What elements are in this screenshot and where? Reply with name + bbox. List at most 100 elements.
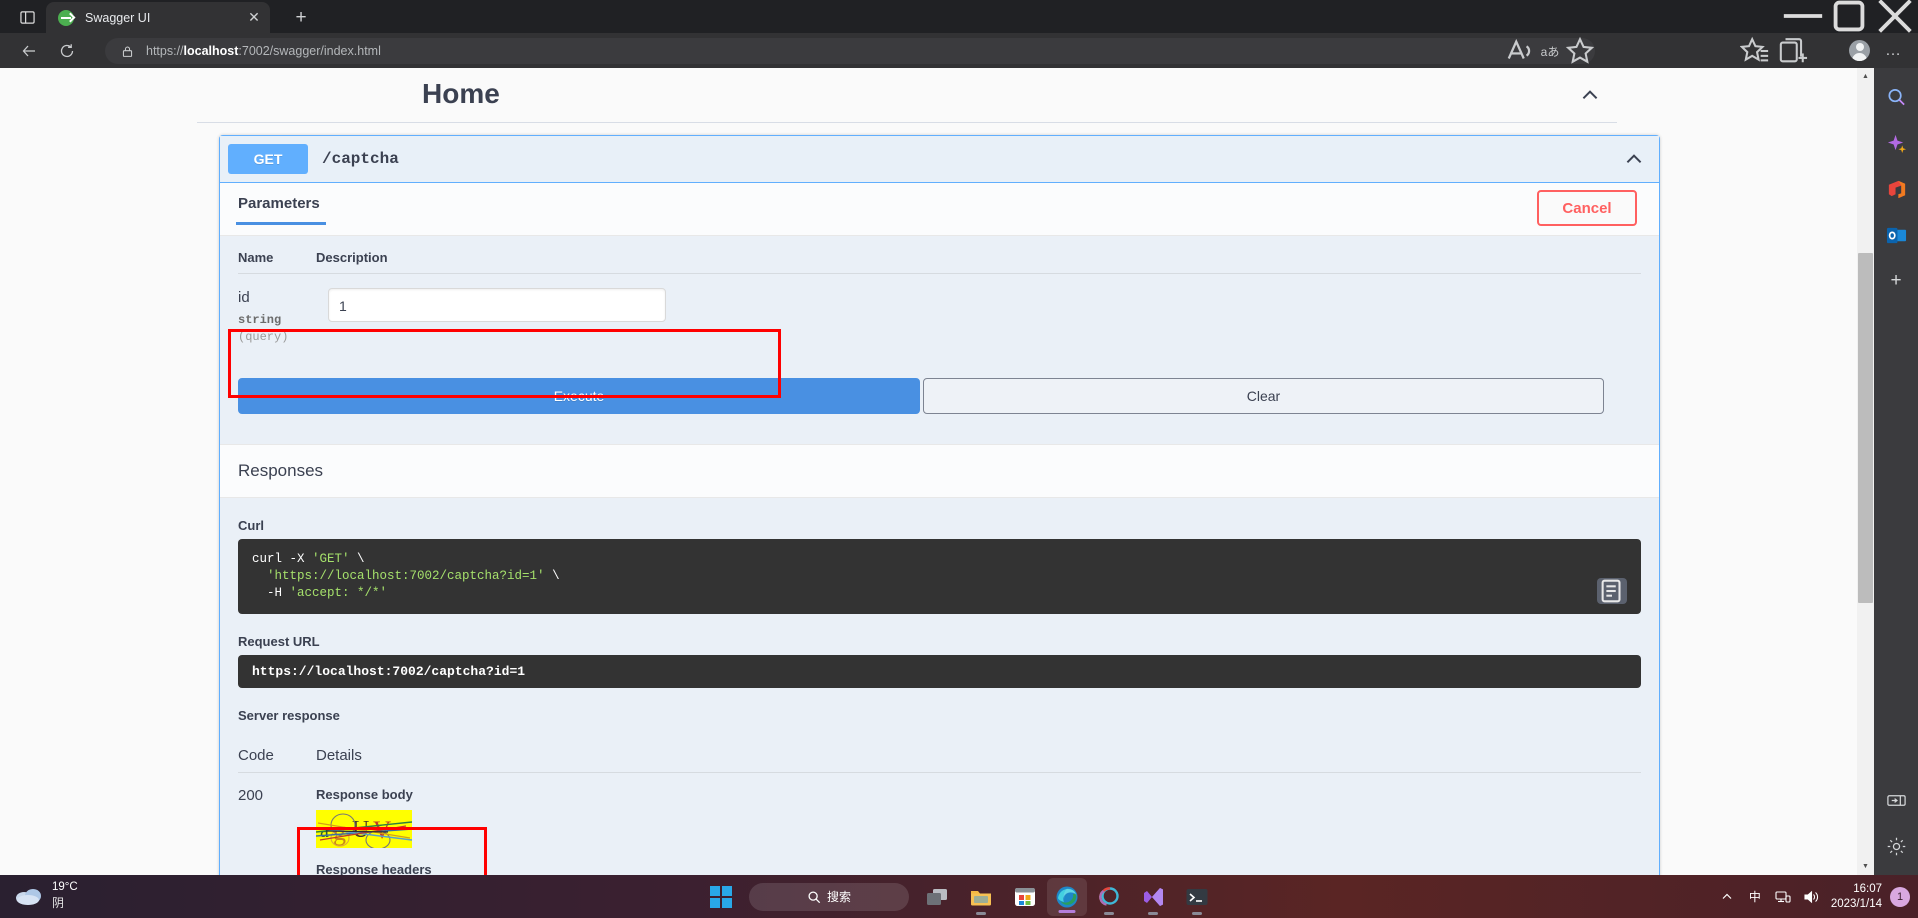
swagger-favicon bbox=[58, 9, 74, 26]
curl-code-block[interactable]: curl -X 'GET' \ 'https://localhost:7002/… bbox=[238, 539, 1641, 614]
task-view-button[interactable] bbox=[915, 875, 959, 918]
taskbar-apps: 搜索 bbox=[699, 875, 1219, 918]
tab-close-icon[interactable]: ✕ bbox=[242, 6, 266, 30]
weather-temperature: 19°C bbox=[52, 881, 78, 893]
new-tab-button[interactable]: + bbox=[288, 5, 314, 31]
running-indicator bbox=[976, 912, 986, 915]
start-button[interactable] bbox=[699, 875, 743, 918]
file-explorer-button[interactable] bbox=[959, 875, 1003, 918]
weather-text: 19°C 阴 bbox=[52, 879, 78, 911]
browser-settings-button[interactable]: … bbox=[1878, 37, 1908, 65]
translate-icon[interactable]: aあ bbox=[1535, 38, 1565, 64]
curl-line1-cmd: curl -X bbox=[252, 552, 313, 566]
collections-button[interactable] bbox=[1778, 37, 1808, 65]
search-icon bbox=[808, 890, 821, 903]
microsoft-store-button[interactable] bbox=[1003, 875, 1047, 918]
volume-icon[interactable] bbox=[1797, 875, 1825, 918]
weather-widget[interactable]: 19°C 阴 bbox=[14, 879, 78, 911]
chevron-up-icon[interactable] bbox=[1579, 84, 1601, 106]
add-icon[interactable]: + bbox=[1874, 258, 1918, 304]
curl-line1-tail: \ bbox=[349, 552, 365, 566]
action-buttons: Execute Clear bbox=[238, 378, 1641, 440]
browser-titlebar: Swagger UI ✕ + bbox=[0, 0, 1918, 33]
office-icon[interactable] bbox=[1874, 166, 1918, 212]
page-scrollbar[interactable]: ▲ ▼ bbox=[1857, 68, 1874, 875]
ime-indicator[interactable]: 中 bbox=[1741, 875, 1769, 918]
curl-line3-value: 'accept: */*' bbox=[289, 586, 388, 600]
add-favorite-icon[interactable] bbox=[1565, 36, 1595, 64]
server-response-label: Server response bbox=[238, 708, 340, 723]
terminal-button[interactable] bbox=[1175, 875, 1219, 918]
column-header-name: Name bbox=[238, 250, 274, 265]
chevron-up-icon[interactable] bbox=[1623, 148, 1645, 170]
window-close-button[interactable] bbox=[1872, 0, 1918, 33]
network-icon[interactable] bbox=[1769, 875, 1797, 918]
search-box[interactable]: 搜索 bbox=[749, 882, 909, 911]
read-aloud-icon[interactable] bbox=[1505, 38, 1535, 64]
edge-sidebar: + bbox=[1874, 68, 1918, 875]
scrollbar-up-arrow[interactable]: ▲ bbox=[1857, 68, 1874, 85]
response-status-code: 200 bbox=[238, 787, 264, 804]
running-indicator bbox=[1192, 912, 1202, 915]
reload-button[interactable] bbox=[52, 37, 82, 65]
address-bar[interactable]: https://localhost:7002/swagger/index.htm… bbox=[105, 36, 1595, 64]
sidebar-toggle-icon[interactable] bbox=[1874, 777, 1918, 823]
parameter-row-id: id string (query) 1 bbox=[238, 273, 1641, 354]
curl-line2-url: 'https://localhost:7002/captcha?id=1' bbox=[252, 569, 545, 583]
copy-to-clipboard-icon[interactable] bbox=[1597, 578, 1627, 604]
browser-tab[interactable]: Swagger UI ✕ bbox=[46, 2, 270, 33]
omnibox-icons: aあ bbox=[1505, 36, 1595, 64]
response-details: Response body a g U V bbox=[316, 787, 432, 875]
response-table-header: Code Details bbox=[238, 729, 1641, 772]
parameter-type: string bbox=[238, 313, 282, 327]
system-tray: 中 16:07 2023/1/14 1 bbox=[1713, 875, 1910, 918]
app-ring-button[interactable] bbox=[1087, 875, 1131, 918]
operation-header[interactable]: GET /captcha bbox=[220, 136, 1659, 183]
browser-toolbar: https://localhost:7002/swagger/index.htm… bbox=[0, 33, 1918, 68]
tab-actions-icon[interactable] bbox=[10, 5, 44, 29]
favorites-button[interactable] bbox=[1740, 36, 1770, 65]
curl-line1-value: 'GET' bbox=[312, 552, 350, 566]
tab-title: Swagger UI bbox=[85, 10, 151, 25]
window-maximize-button[interactable] bbox=[1826, 0, 1872, 32]
notification-badge[interactable]: 1 bbox=[1890, 886, 1910, 907]
cancel-button[interactable]: Cancel bbox=[1537, 190, 1637, 226]
profile-avatar[interactable] bbox=[1849, 40, 1870, 61]
cloud-icon bbox=[16, 889, 41, 905]
responses-body: Curl curl -X 'GET' \ 'https://localhost:… bbox=[220, 498, 1659, 875]
curl-label: Curl bbox=[238, 518, 264, 533]
tray-expand-chevron-icon[interactable] bbox=[1713, 875, 1741, 918]
column-header-description: Description bbox=[316, 250, 388, 265]
clock[interactable]: 16:07 2023/1/14 bbox=[1831, 882, 1882, 912]
outlook-icon[interactable] bbox=[1874, 212, 1918, 258]
scrollbar-down-arrow[interactable]: ▼ bbox=[1857, 858, 1874, 875]
parameter-location: (query) bbox=[238, 330, 289, 344]
parameters-table-header: Name Description bbox=[220, 236, 1659, 273]
parameters-table: Name Description id string (query) 1 Exe… bbox=[220, 236, 1659, 444]
visual-studio-button[interactable] bbox=[1131, 875, 1175, 918]
running-indicator bbox=[1104, 912, 1114, 915]
settings-gear-icon[interactable] bbox=[1874, 823, 1918, 869]
parameter-id-input[interactable]: 1 bbox=[328, 288, 666, 322]
scrollbar-thumb[interactable] bbox=[1858, 253, 1873, 603]
request-url-label: Request URL bbox=[238, 634, 320, 649]
copilot-icon[interactable] bbox=[1874, 120, 1918, 166]
curl-line3-cmd: -H bbox=[252, 586, 290, 600]
running-indicator bbox=[1148, 912, 1158, 915]
parameters-section-header: Parameters Cancel bbox=[220, 183, 1659, 236]
section-header-home[interactable]: Home bbox=[197, 78, 1617, 123]
back-button[interactable] bbox=[14, 37, 44, 65]
execute-button[interactable]: Execute bbox=[238, 378, 920, 414]
tab-parameters[interactable]: Parameters bbox=[236, 195, 326, 225]
search-icon[interactable] bbox=[1874, 74, 1918, 120]
request-url-value: https://localhost:7002/captcha?id=1 bbox=[238, 655, 1641, 688]
window-minimize-button[interactable] bbox=[1780, 0, 1826, 32]
captcha-image: a g U V bbox=[316, 810, 412, 848]
parameter-meta: id string (query) bbox=[238, 288, 316, 344]
response-row-200: 200 Response body a g U V bbox=[238, 772, 1641, 875]
url-text: https://localhost:7002/swagger/index.htm… bbox=[146, 44, 381, 58]
clear-button[interactable]: Clear bbox=[923, 378, 1604, 414]
edge-button[interactable] bbox=[1047, 877, 1087, 916]
response-headers-label: Response headers bbox=[316, 862, 432, 875]
http-method-badge: GET bbox=[228, 144, 308, 174]
